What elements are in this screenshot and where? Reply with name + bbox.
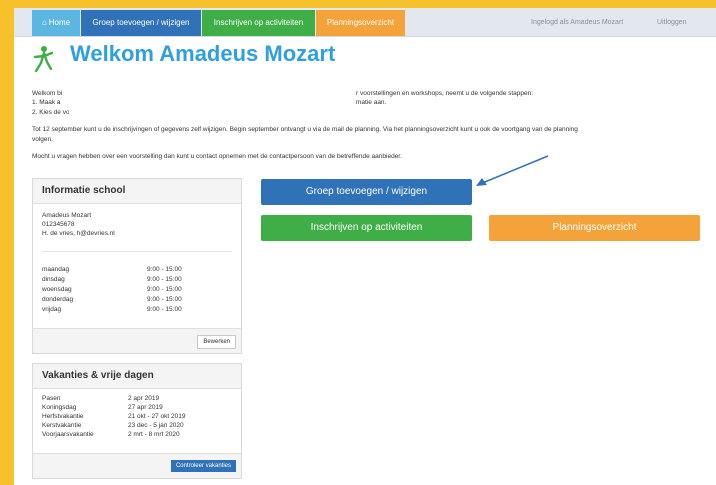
app-page: ⌂ Home Groep toevoegen / wijzigen Inschri… bbox=[14, 8, 716, 485]
vacation-date: 2 apr 2019 bbox=[128, 395, 160, 402]
vacation-name: Kerstvakantie bbox=[42, 422, 82, 429]
groep-toevoegen-button[interactable]: Groep toevoegen / wijzigen bbox=[261, 179, 472, 205]
day-label: vrijdag bbox=[42, 306, 62, 313]
vacation-date: 27 apr 2019 bbox=[128, 404, 163, 411]
vacation-date: 21 okt - 27 okt 2019 bbox=[128, 413, 186, 420]
school-panel-footer: Bewerken bbox=[33, 328, 241, 353]
vacation-name: Herfstvakantie bbox=[42, 413, 84, 420]
edit-button[interactable]: Bewerken bbox=[197, 335, 236, 349]
day-hours: 9:00 - 15:00 bbox=[147, 286, 182, 293]
nav-home-tab[interactable]: ⌂ Home bbox=[32, 10, 80, 36]
day-label: maandag bbox=[42, 266, 70, 273]
intro-line-5: volgen. bbox=[32, 136, 53, 143]
day-label: dinsdag bbox=[42, 276, 65, 283]
nav-groep-tab[interactable]: Groep toevoegen / wijzigen bbox=[81, 10, 201, 36]
top-navbar: ⌂ Home Groep toevoegen / wijzigen Inschri… bbox=[14, 8, 716, 37]
intro-line-4: Tot 12 september kunt u de inschrijvinge… bbox=[32, 126, 578, 133]
day-hours: 9:00 - 15:00 bbox=[147, 296, 182, 303]
school-info-panel: Informatie school Amadeus Mozart 0123456… bbox=[32, 178, 242, 354]
day-label: woensdag bbox=[42, 286, 72, 293]
vacation-name: Voorjaarsvakantie bbox=[42, 431, 94, 438]
panel-divider bbox=[42, 251, 232, 252]
vacation-name: Koningsdag bbox=[42, 404, 77, 411]
school-info-heading: Informatie school bbox=[33, 179, 241, 204]
intro-line-2-left: 1. Maak a bbox=[32, 99, 61, 106]
vacations-panel: Vakanties & vrije dagen Pasen 2 apr 2019… bbox=[32, 363, 242, 479]
annotation-arrow-icon bbox=[476, 155, 549, 186]
vacations-heading: Vakanties & vrije dagen bbox=[33, 364, 241, 389]
nav-inschrijven-tab[interactable]: Inschrijven op activiteiten bbox=[202, 10, 315, 36]
intro-line-6: Mocht u vragen hebben over een voorstell… bbox=[32, 153, 402, 160]
intro-line-1-left: Welkom bi bbox=[32, 90, 63, 97]
school-phone: 012345678 bbox=[42, 221, 75, 228]
intro-line-1-right: r voorstellingen en workshops, neemt u d… bbox=[356, 90, 534, 97]
home-icon: ⌂ bbox=[41, 18, 47, 27]
day-hours: 9:00 - 15:00 bbox=[147, 276, 182, 283]
vacations-panel-footer: Controleer vakanties bbox=[33, 453, 241, 478]
school-contact: H. de vries, h@devries.nl bbox=[42, 230, 115, 237]
inschrijven-button[interactable]: Inschrijven op activiteiten bbox=[261, 215, 472, 241]
logo-icon bbox=[33, 46, 54, 73]
school-name: Amadeus Mozart bbox=[42, 212, 92, 219]
redaction-block bbox=[69, 77, 354, 123]
vacation-date: 23 dec - 5 jan 2020 bbox=[128, 422, 184, 429]
nav-home-label: Home bbox=[48, 18, 71, 27]
day-label: donderdag bbox=[42, 296, 74, 303]
day-hours: 9:00 - 15:00 bbox=[147, 266, 182, 273]
check-vacations-button[interactable]: Controleer vakanties bbox=[170, 460, 236, 472]
intro-line-2-right: matie aan. bbox=[356, 99, 387, 106]
vacation-name: Pasen bbox=[42, 395, 61, 402]
page-title: Welkom Amadeus Mozart bbox=[70, 41, 336, 66]
logout-link[interactable]: Uitloggen bbox=[657, 10, 687, 36]
nav-planning-tab[interactable]: Planningsoverzicht bbox=[316, 10, 405, 36]
logged-in-user: Ingelogd als Amadeus Mozart bbox=[531, 19, 624, 26]
planning-button[interactable]: Planningsoverzicht bbox=[489, 215, 700, 241]
vacation-date: 2 mrt - 8 mrt 2020 bbox=[128, 431, 180, 438]
day-hours: 9:00 - 15:00 bbox=[147, 306, 182, 313]
